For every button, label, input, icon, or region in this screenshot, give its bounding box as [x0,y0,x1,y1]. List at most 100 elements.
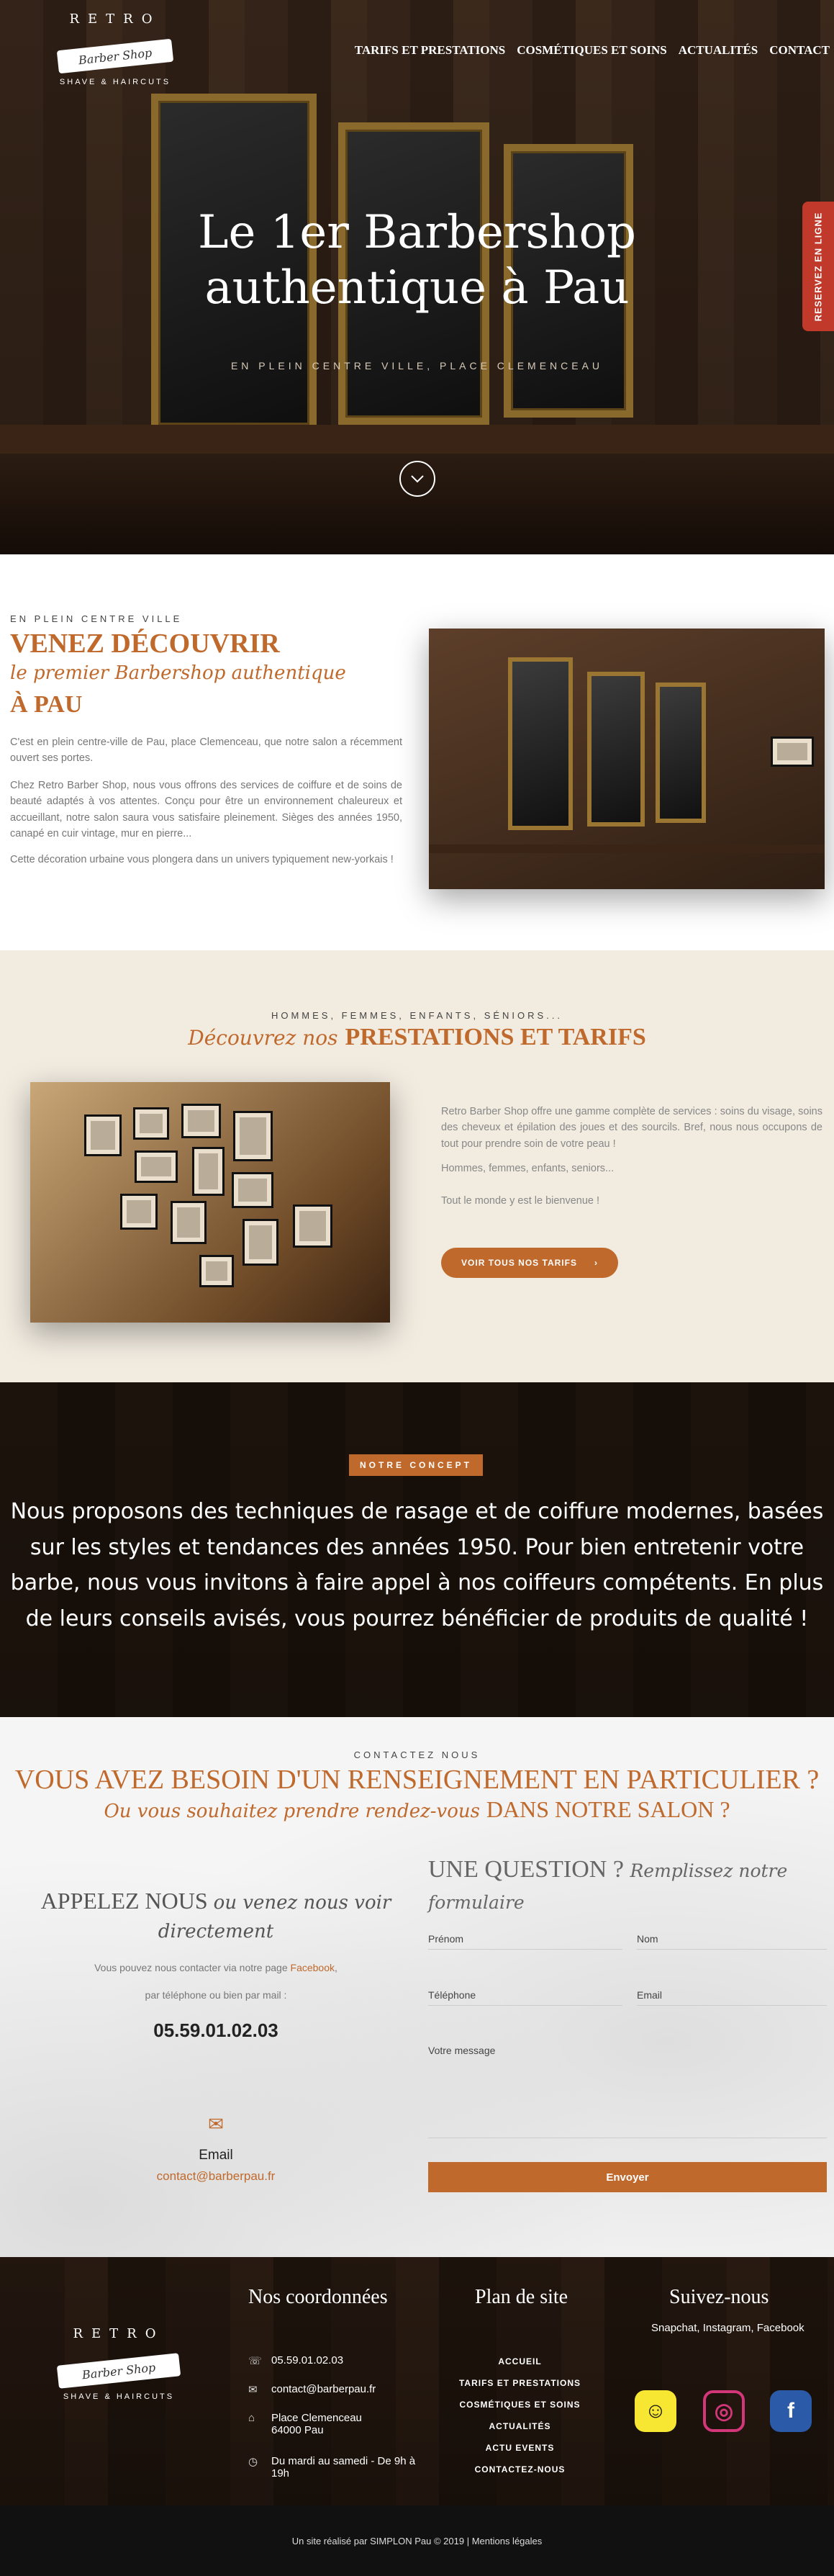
coordinates-title: Nos coordonnées [248,2286,388,2308]
clock-icon: ◷ [248,2456,258,2468]
concept-text: Nous proposons des techniques de rasage … [10,1499,824,1631]
discover-place: À PAU [10,691,83,718]
prestations-eyebrow: HOMMES, FEMMES, ENFANTS, SÉNIORS... [271,1010,563,1021]
view-prices-label: VOIR TOUS NOS TARIFS [461,1258,577,1268]
logo-subtitle: SHAVE & HAIRCUTS [59,78,171,86]
phone-number[interactable]: 05.59.01.02.03 [22,2019,410,2042]
chevron-down-icon[interactable] [399,461,435,497]
mail-icon: ✉ [248,2384,258,2396]
footer-logo[interactable]: RETRO Barber Shop SHAVE & HAIRCUTS [50,2322,187,2415]
discover-section: EN PLEIN CENTRE VILLE VENEZ DÉCOUVRIR le… [0,554,834,950]
discover-paragraph-2: Chez Retro Barber Shop, nous vous offron… [10,780,402,840]
hero-tagline: EN PLEIN CENTRE VILLE, PLACE CLEMENCEAU [230,360,604,371]
footer-phone-text: 05.59.01.02.03 [271,2354,344,2366]
footer-address-text: Place Clemenceau 64000 Pau [271,2412,362,2436]
logo-banner: Barber Shop [56,38,174,74]
prestations-section: HOMMES, FEMMES, ENFANTS, SÉNIORS... Déco… [0,950,834,1382]
contact-subtitle-upper: DANS NOTRE SALON ? [486,1796,730,1822]
phone-field[interactable]: Téléphone [428,1989,622,2006]
mail-icon: ✉ [208,2113,224,2135]
send-button[interactable]: Envoyer [428,2162,827,2192]
sitemap-link-contact[interactable]: CONTACTEZ-NOUS [432,2464,608,2474]
concept-badge: NOTRE CONCEPT [349,1454,483,1476]
hero-title-line1: Le 1er Barbershop [197,206,637,259]
prestations-title-bold: PRESTATIONS ET TARIFS [345,1024,646,1050]
concept-section: NOTRE CONCEPT Nous proposons des techniq… [0,1382,834,1717]
footer-email-text: contact@barberpau.fr [271,2383,376,2395]
email-link-wrap: contact@barberpau.fr [22,2169,410,2184]
footer-address-line2: 64000 Pau [271,2424,324,2436]
footer-hours-line2: 19h [271,2467,290,2480]
sitemap-link-tarifs[interactable]: TARIFS ET PRESTATIONS [432,2378,608,2388]
location-icon: ⌂ [248,2412,255,2424]
reserve-online-button[interactable]: RESERVEZ EN LIGNE [802,202,834,331]
instagram-icon[interactable]: ◎ [703,2390,745,2432]
logo[interactable]: RETRO Barber Shop SHAVE & HAIRCUTS [50,7,180,94]
main-nav: TARIFS ET PRESTATIONS COSMÉTIQUES ET SOI… [355,43,830,58]
facebook-line: Vous pouvez nous contacter via notre pag… [22,1962,410,1973]
sitemap-link-events[interactable]: ACTU EVENTS [432,2443,608,2453]
discover-title: VENEZ DÉCOUVRIR [10,629,280,659]
hero-title: Le 1er Barbershop authentique à Pau [0,205,834,316]
sitemap-title: Plan de site [475,2286,568,2308]
footer-logo-retro: RETRO [73,2326,165,2341]
footer-hours: ◷ Du mardi au samedi - De 9h à 19h [248,2455,415,2480]
nav-actualites[interactable]: ACTUALITÉS [679,43,758,58]
prestations-title: Découvrez nos PRESTATIONS ET TARIFS [0,1024,834,1051]
footer-logo-banner: Barber Shop [56,2353,181,2389]
email-label: Email [199,2148,233,2163]
discover-subtitle: le premier Barbershop authentique [10,662,346,684]
footer-logo-subtitle: SHAVE & HAIRCUTS [63,2392,175,2401]
footer-address-line1: Place Clemenceau [271,2412,362,2424]
footer: RETRO Barber Shop SHAVE & HAIRCUTS Nos c… [0,2257,834,2505]
nav-cosmetiques[interactable]: COSMÉTIQUES ET SOINS [517,43,666,58]
lastname-field[interactable]: Nom [637,1933,827,1950]
contact-subtitle: Ou vous souhaitez prendre rendez-vous DA… [0,1796,834,1823]
facebook-icon[interactable]: f [770,2390,812,2432]
nav-tarifs[interactable]: TARIFS ET PRESTATIONS [355,43,505,58]
arrow-icon: › [594,1258,598,1268]
contact-section: CONTACTEZ NOUS VOUS AVEZ BESOIN D'UN REN… [0,1717,834,2257]
phone-text: par téléphone ou bien par mail : [145,1989,287,2001]
discover-paragraph-1: C'est en plein centre-ville de Pau, plac… [10,737,402,765]
email-field[interactable]: Email [637,1989,827,2006]
email-link[interactable]: contact@barberpau.fr [157,2169,276,2183]
follow-subtitle: Snapchat, Instagram, Facebook [651,2322,804,2334]
facebook-text: Vous pouvez nous contacter via notre pag… [94,1962,288,1973]
contact-eyebrow: CONTACTEZ NOUS [353,1749,481,1760]
footer-hours-text: Du mardi au samedi - De 9h à 19h [271,2455,415,2480]
sitemap-link-actualites[interactable]: ACTUALITÉS [432,2421,608,2431]
discover-eyebrow: EN PLEIN CENTRE VILLE [10,613,183,624]
call-title-upper: APPELEZ NOUS [40,1888,208,1914]
footer-email[interactable]: ✉ contact@barberpau.fr [248,2383,376,2396]
prestations-paragraph-2: Hommes, femmes, enfants, seniors... [441,1163,615,1174]
firstname-field[interactable]: Prénom [428,1933,622,1950]
footer-phone[interactable]: ☏ 05.59.01.02.03 [248,2354,343,2367]
hero-title-line2: authentique à Pau [204,261,630,315]
prestations-paragraph-1: Retro Barber Shop offre une gamme complè… [441,1106,822,1150]
snapchat-icon[interactable]: ☺ [635,2390,676,2432]
phone-icon: ☏ [248,2355,262,2367]
facebook-link[interactable]: Facebook [291,1962,335,1973]
footer-address: ⌂ Place Clemenceau 64000 Pau [248,2412,362,2436]
form-title-upper: UNE QUESTION ? [428,1856,624,1883]
prestations-title-italic: Découvrez nos [188,1026,338,1050]
message-field[interactable]: Votre message [428,2045,827,2138]
follow-title: Suivez-nous [669,2286,769,2308]
sitemap-link-cosmetiques[interactable]: COSMÉTIQUES ET SOINS [432,2400,608,2410]
form-title: UNE QUESTION ? Remplissez notre formulai… [428,1854,817,1917]
footer-hours-line1: Du mardi au samedi - De 9h à [271,2455,416,2467]
prestations-paragraph-3: Tout le monde y est le bienvenue ! [441,1195,600,1207]
call-title: APPELEZ NOUS ou venez nous voir directem… [22,1886,410,1944]
hero-section: RETRO Barber Shop SHAVE & HAIRCUTS TARIF… [0,0,834,554]
facebook-end: , [335,1962,337,1973]
hero-counter [0,425,834,454]
discover-paragraph-3: Cette décoration urbaine vous plongera d… [10,854,394,865]
salon-photo [429,629,825,889]
nav-contact[interactable]: CONTACT [769,43,830,58]
sitemap-link-accueil[interactable]: ACCUEIL [432,2356,608,2366]
reserve-label: RESERVEZ EN LIGNE [812,212,824,321]
contact-title: VOUS AVEZ BESOIN D'UN RENSEIGNEMENT EN P… [14,1765,820,1795]
view-prices-button[interactable]: VOIR TOUS NOS TARIFS › [441,1248,618,1278]
bottom-bar: Un site réalisé par SIMPLON Pau © 2019 |… [0,2505,834,2576]
